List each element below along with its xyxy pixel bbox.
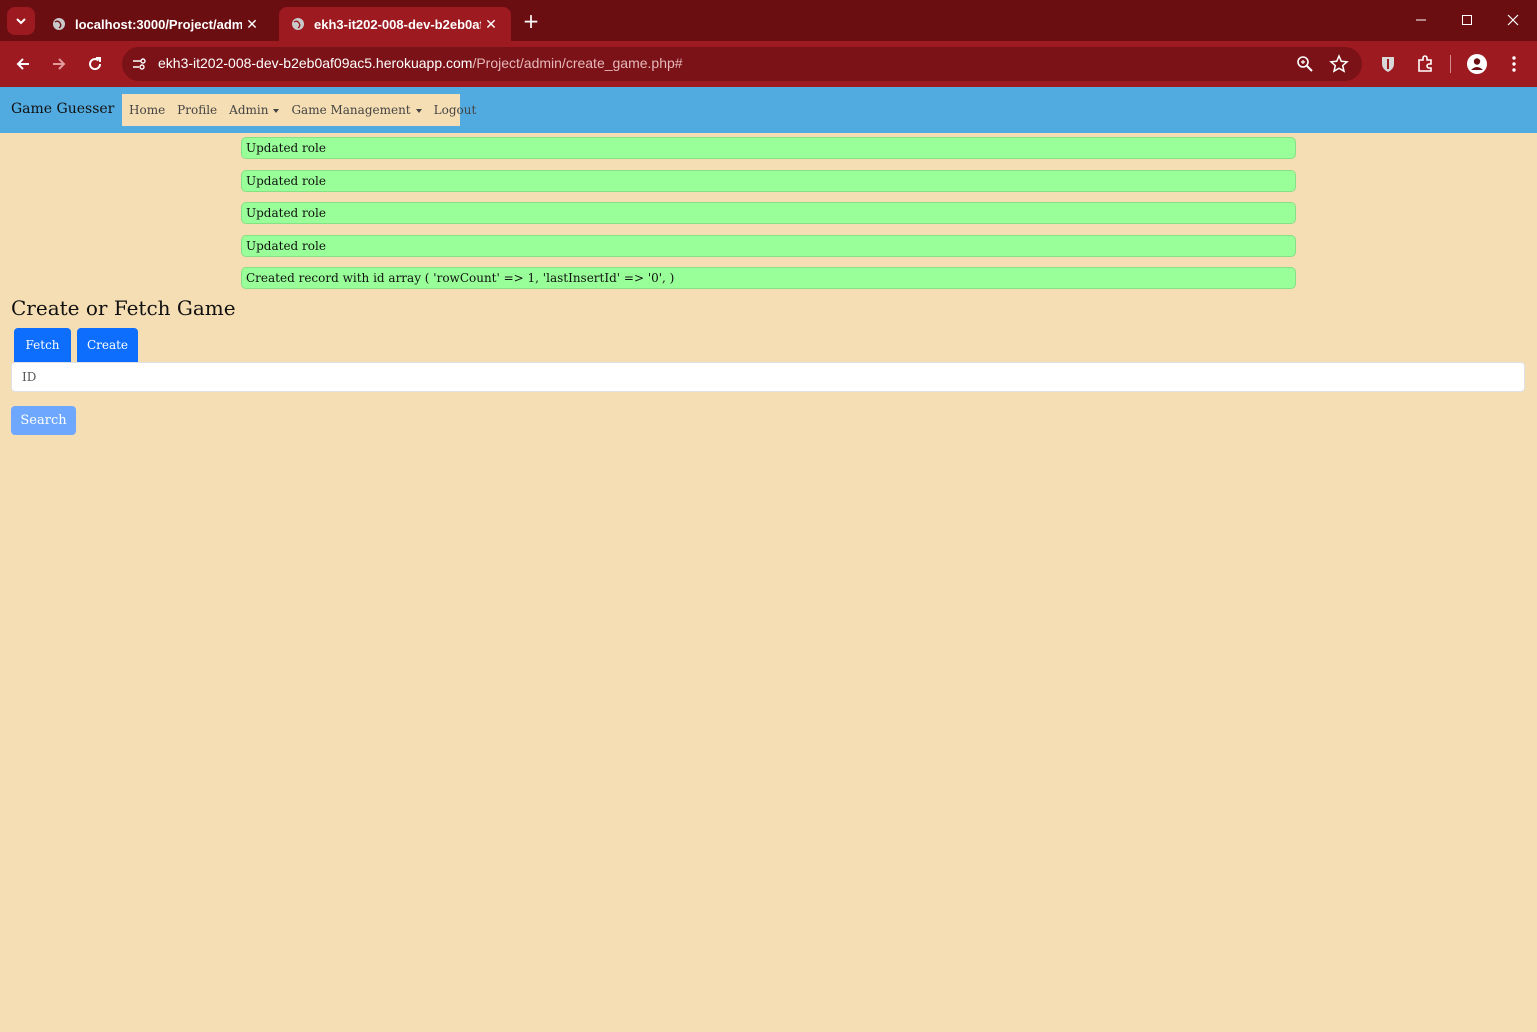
nav-admin-dropdown[interactable]: Admin: [229, 103, 280, 117]
nav-logout-label: Logout: [433, 103, 477, 117]
url-path: /Project/admin/create_game.php#: [472, 55, 683, 71]
maximize-button[interactable]: [1444, 8, 1490, 32]
browser-toolbar: ekh3-it202-008-dev-b2eb0af09ac5.herokuap…: [0, 41, 1537, 87]
zoom-icon[interactable]: [1296, 55, 1314, 73]
reload-icon: [89, 57, 102, 71]
new-tab-button[interactable]: +: [519, 9, 543, 33]
nav-admin-label: Admin: [229, 103, 269, 117]
site-settings-icon[interactable]: [130, 55, 148, 73]
close-icon[interactable]: ✕: [242, 16, 262, 33]
bookmark-star-icon[interactable]: [1329, 54, 1349, 74]
nav-logout[interactable]: Logout: [434, 103, 477, 117]
url-host: ekh3-it202-008-dev-b2eb0af09ac5.herokuap…: [158, 55, 473, 71]
browser-tab-herokuapp[interactable]: ekh3-it202-008-dev-b2eb0af09 ✕: [279, 7, 511, 41]
url-text: ekh3-it202-008-dev-b2eb0af09ac5.herokuap…: [158, 55, 683, 71]
tab-create[interactable]: Create: [77, 328, 138, 362]
browser-tab-strip: localhost:3000/Project/admin/ ✕ ekh3-it2…: [0, 0, 1537, 41]
page-title: Create or Fetch Game: [11, 296, 236, 320]
back-button[interactable]: [10, 51, 36, 77]
close-window-button[interactable]: [1490, 8, 1536, 32]
brand-link[interactable]: Game Guesser: [11, 101, 114, 117]
tab-title: ekh3-it202-008-dev-b2eb0af09: [314, 16, 481, 32]
site-navbar: Game Guesser Home Profile Admin Game Man…: [0, 87, 1537, 133]
chevron-down-icon: [16, 18, 26, 25]
tab-title: localhost:3000/Project/admin/: [75, 16, 242, 32]
puzzle-icon: [1418, 55, 1432, 72]
toolbar-divider: [1450, 55, 1451, 73]
maximize-icon: [1462, 15, 1472, 25]
flash-message: Updated role: [241, 202, 1296, 224]
globe-icon: [53, 18, 65, 30]
close-icon[interactable]: ✕: [481, 16, 501, 33]
flash-message: Updated role: [241, 235, 1296, 257]
nav-menu: Home Profile Admin Game Management Logou…: [122, 94, 476, 126]
minimize-icon: [1416, 19, 1426, 21]
more-vertical-icon: [1512, 56, 1516, 72]
nav-game-management-label: Game Management: [291, 103, 411, 117]
id-input[interactable]: [11, 362, 1525, 392]
caret-down-icon: [415, 108, 422, 113]
shield-extension-button[interactable]: [1375, 51, 1401, 77]
flash-message: Updated role: [241, 170, 1296, 192]
nav-home[interactable]: Home: [129, 103, 165, 117]
nav-home-label: Home: [129, 103, 166, 117]
arrow-left-icon: [16, 58, 29, 70]
caret-down-icon: [273, 108, 280, 113]
flash-message: Created record with id array ( 'rowCount…: [241, 267, 1296, 289]
avatar-icon: [1467, 54, 1487, 74]
globe-icon: [292, 18, 304, 30]
nav-profile[interactable]: Profile: [177, 103, 217, 117]
forward-button[interactable]: [46, 51, 72, 77]
tab-search-button[interactable]: [7, 7, 35, 35]
nav-game-management-dropdown[interactable]: Game Management: [291, 103, 422, 117]
close-icon: [1507, 14, 1519, 26]
arrow-right-icon: [53, 58, 66, 70]
shield-icon: [1382, 57, 1394, 72]
search-button[interactable]: Search: [11, 406, 76, 435]
menu-button[interactable]: [1501, 51, 1527, 77]
address-bar[interactable]: ekh3-it202-008-dev-b2eb0af09ac5.herokuap…: [122, 47, 1362, 81]
minimize-button[interactable]: [1398, 8, 1444, 32]
profile-button[interactable]: [1464, 51, 1490, 77]
nav-profile-label: Profile: [177, 103, 218, 117]
tab-fetch[interactable]: Fetch: [14, 328, 71, 362]
reload-button[interactable]: [82, 51, 108, 77]
extensions-button[interactable]: [1412, 51, 1438, 77]
flash-message: Updated role: [241, 137, 1296, 159]
browser-tab-localhost[interactable]: localhost:3000/Project/admin/ ✕: [40, 7, 272, 41]
